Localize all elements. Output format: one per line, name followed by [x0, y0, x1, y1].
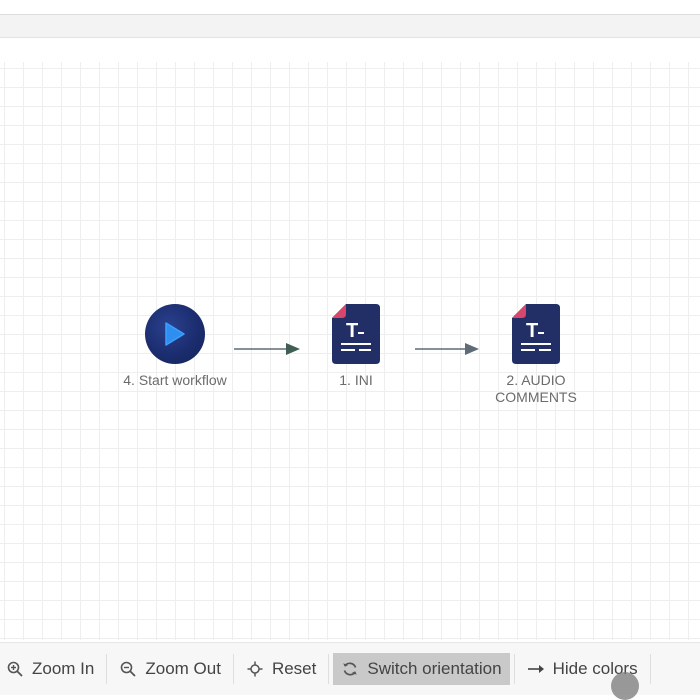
zoom-out-button[interactable]: Zoom Out: [111, 653, 229, 685]
workflow-editor: 4. Start workflow T 1. INI T 2. AUDIO CO…: [0, 0, 700, 700]
zoom-in-button[interactable]: Zoom In: [0, 653, 102, 685]
toolbar-divider: [649, 654, 651, 684]
reset-label: Reset: [271, 659, 317, 678]
switch-orientation-button[interactable]: Switch orientation: [333, 653, 510, 685]
toolbar-divider: [513, 654, 515, 684]
connector-arrow: [415, 343, 479, 355]
node-label: 4. Start workflow: [123, 372, 227, 388]
top-bar: [0, 0, 700, 15]
refresh-icon: [341, 660, 359, 678]
zoom-out-label: Zoom Out: [145, 659, 221, 678]
svg-text:T: T: [526, 320, 538, 342]
reset-crosshair-icon: [246, 660, 264, 678]
node-start-workflow[interactable]: 4. Start workflow: [110, 304, 240, 389]
node-label: 1. INI: [339, 372, 373, 388]
mouse-cursor-indicator: [611, 672, 639, 700]
text-document-icon: T: [332, 304, 380, 364]
zoom-in-icon: [6, 660, 24, 678]
node-label: 2. AUDIO COMMENTS: [495, 372, 577, 405]
switch-orientation-label: Switch orientation: [367, 659, 502, 678]
node-audio-comments[interactable]: T 2. AUDIO COMMENTS: [476, 304, 596, 406]
toolbar-divider: [106, 654, 108, 684]
toolbar-divider: [232, 654, 234, 684]
arrow-right-icon: [527, 660, 545, 678]
header-strip: [0, 15, 700, 38]
text-document-icon: T: [512, 304, 560, 364]
toolbar-divider: [328, 654, 330, 684]
connector-arrow: [234, 343, 300, 355]
canvas-toolbar: Zoom In Zoom Out Reset Switch orientatio…: [0, 642, 700, 695]
svg-text:T: T: [346, 320, 358, 342]
zoom-out-icon: [119, 660, 137, 678]
reset-button[interactable]: Reset: [238, 653, 324, 685]
zoom-in-label: Zoom In: [32, 659, 95, 678]
node-ini[interactable]: T 1. INI: [313, 304, 399, 389]
play-icon: [145, 304, 205, 364]
